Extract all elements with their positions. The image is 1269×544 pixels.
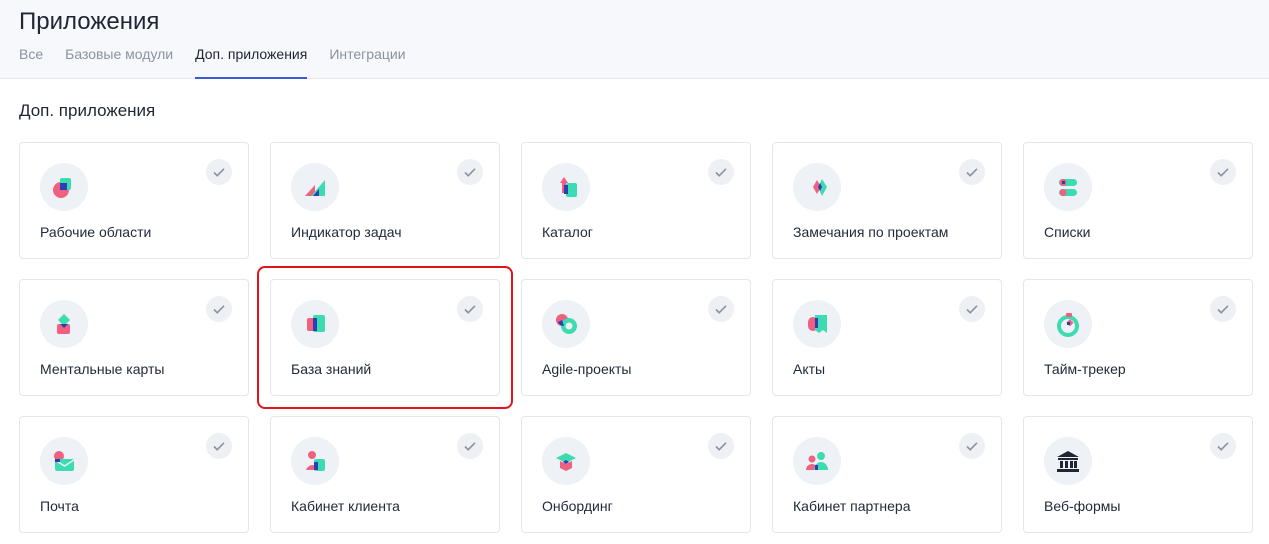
section-title: Доп. приложения <box>19 101 156 120</box>
app-card-acts[interactable]: Акты <box>772 279 1002 396</box>
task-indicator-icon <box>291 163 339 211</box>
tab-integrations[interactable]: Интеграции <box>329 46 405 79</box>
workspaces-icon <box>40 163 88 211</box>
check-icon[interactable] <box>1210 433 1236 459</box>
app-card-partner-cabinet[interactable]: Кабинет партнера <box>772 416 1002 533</box>
app-card-task-indicator[interactable]: Индикатор задач <box>270 142 500 259</box>
app-card-workspaces[interactable]: Рабочие области <box>19 142 249 259</box>
card-label: Почта <box>40 498 79 514</box>
mind-maps-icon <box>40 300 88 348</box>
card-label: Замечания по проектам <box>793 224 949 240</box>
tab-all[interactable]: Все <box>19 46 43 79</box>
acts-icon <box>793 300 841 348</box>
check-icon[interactable] <box>959 296 985 322</box>
app-card-lists[interactable]: Списки <box>1023 142 1253 259</box>
app-card-onboarding[interactable]: Онбординг <box>521 416 751 533</box>
card-label: Каталог <box>542 224 593 240</box>
lists-icon <box>1044 163 1092 211</box>
check-icon[interactable] <box>206 159 232 185</box>
check-icon[interactable] <box>457 159 483 185</box>
card-label: Списки <box>1044 224 1091 240</box>
app-card-knowledge-base[interactable]: База знаний <box>270 279 500 396</box>
app-card-project-remarks[interactable]: Замечания по проектам <box>772 142 1002 259</box>
app-card-catalog[interactable]: Каталог <box>521 142 751 259</box>
time-tracker-icon <box>1044 300 1092 348</box>
card-label: Кабинет партнера <box>793 498 911 514</box>
check-icon[interactable] <box>457 296 483 322</box>
card-label: Agile-проекты <box>542 361 632 377</box>
app-card-time-tracker[interactable]: Тайм-трекер <box>1023 279 1253 396</box>
header: Приложения Все Базовые модули Доп. прило… <box>0 0 1269 79</box>
project-remarks-icon <box>793 163 841 211</box>
card-label: Тайм-трекер <box>1044 361 1126 377</box>
knowledge-base-icon <box>291 300 339 348</box>
page-title: Приложения <box>19 8 160 35</box>
partner-cabinet-icon <box>793 437 841 485</box>
card-label: Ментальные карты <box>40 361 165 377</box>
client-cabinet-icon <box>291 437 339 485</box>
app-card-mail[interactable]: Почта <box>19 416 249 533</box>
check-icon[interactable] <box>1210 159 1236 185</box>
agile-projects-icon <box>542 300 590 348</box>
card-label: Онбординг <box>542 498 613 514</box>
tab-base-modules[interactable]: Базовые модули <box>65 46 173 79</box>
check-icon[interactable] <box>206 433 232 459</box>
card-label: Рабочие области <box>40 224 152 240</box>
app-card-agile-projects[interactable]: Agile-проекты <box>521 279 751 396</box>
check-icon[interactable] <box>457 433 483 459</box>
app-card-client-cabinet[interactable]: Кабинет клиента <box>270 416 500 533</box>
check-icon[interactable] <box>959 433 985 459</box>
card-label: Кабинет клиента <box>291 498 400 514</box>
apps-grid: Рабочие области Индикатор задач Каталог … <box>19 142 1253 533</box>
app-card-mind-maps[interactable]: Ментальные карты <box>19 279 249 396</box>
app-card-web-forms[interactable]: Веб-формы <box>1023 416 1253 533</box>
catalog-icon <box>542 163 590 211</box>
check-icon[interactable] <box>708 433 734 459</box>
card-label: Индикатор задач <box>291 224 402 240</box>
onboarding-icon <box>542 437 590 485</box>
card-label: База знаний <box>291 361 372 377</box>
check-icon[interactable] <box>206 296 232 322</box>
check-icon[interactable] <box>708 159 734 185</box>
tabs-bar: Все Базовые модули Доп. приложения Интег… <box>19 46 428 79</box>
card-label: Веб-формы <box>1044 498 1121 514</box>
check-icon[interactable] <box>1210 296 1236 322</box>
check-icon[interactable] <box>708 296 734 322</box>
web-forms-icon <box>1044 437 1092 485</box>
card-label: Акты <box>793 361 826 377</box>
check-icon[interactable] <box>959 159 985 185</box>
tab-extra-apps[interactable]: Доп. приложения <box>195 46 308 79</box>
mail-icon <box>40 437 88 485</box>
